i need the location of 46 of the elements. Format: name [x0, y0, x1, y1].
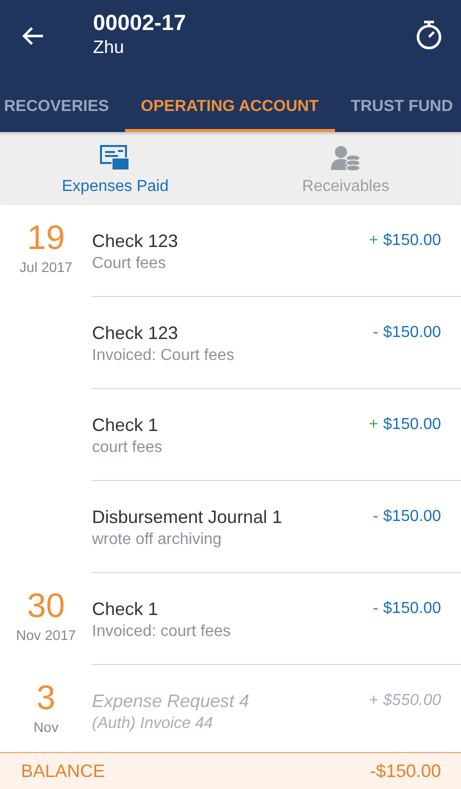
- transaction-title: Check 123: [92, 322, 180, 345]
- transaction-row[interactable]: Check 123 Invoiced: Court fees - $150.00: [92, 297, 461, 389]
- transaction-row[interactable]: Check 1 Invoiced: court fees - $150.00: [92, 573, 461, 665]
- tab[interactable]: RECOVERIES: [0, 85, 125, 132]
- sign-indicator: -: [372, 324, 378, 341]
- transaction-description: (Auth) Invoice 44: [92, 714, 214, 734]
- date-day: 19: [0, 219, 92, 257]
- transaction-description: court fees: [92, 438, 162, 458]
- transaction-amount: $150.00: [383, 324, 441, 341]
- transaction-title: Expense Request 4: [92, 690, 250, 713]
- transaction-amount: $150.00: [383, 508, 441, 525]
- sign-indicator: +: [368, 692, 378, 709]
- client-name: Zhu: [93, 36, 126, 58]
- sign-indicator: +: [368, 416, 378, 433]
- tab[interactable]: TRUST FUND: [334, 85, 461, 132]
- date-day: 30: [0, 587, 92, 625]
- transaction-description: Invoiced: court fees: [92, 622, 231, 642]
- sign-indicator: -: [372, 508, 378, 525]
- balance-label: BALANCE: [21, 760, 106, 782]
- transaction-title: Check 123: [92, 230, 178, 253]
- transaction-title: Disbursement Journal 1: [92, 506, 282, 529]
- transaction-description: wrote off archiving: [92, 530, 223, 550]
- transaction-description: Invoiced: Court fees: [92, 346, 234, 366]
- sub-tab[interactable]: Expenses Paid: [0, 132, 230, 205]
- balance-amount: -$150.00: [370, 760, 441, 782]
- stopwatch-icon[interactable]: [415, 20, 443, 50]
- date-month: Nov: [32, 718, 60, 737]
- date-month: Jul 2017: [18, 258, 74, 277]
- sign-indicator: -: [372, 600, 378, 617]
- back-icon[interactable]: [22, 26, 44, 46]
- transaction-amount: $550.00: [383, 692, 441, 709]
- card-icon: [100, 144, 130, 170]
- transaction-amount: $150.00: [383, 600, 441, 617]
- transaction-amount: $150.00: [383, 416, 441, 433]
- sign-indicator: +: [368, 232, 378, 249]
- transaction-row[interactable]: Check 123 Court fees + $150.00: [92, 205, 461, 297]
- transaction-row[interactable]: Check 1 court fees + $150.00: [92, 389, 461, 481]
- transaction-description: Court fees: [92, 254, 167, 274]
- transaction-title: Check 1: [92, 414, 160, 437]
- transaction-row[interactable]: Disbursement Journal 1 wrote off archiving - $150.00: [92, 481, 461, 573]
- date-month: Nov 2017: [15, 626, 77, 645]
- date-day: 3: [0, 679, 92, 717]
- transaction-amount: $150.00: [383, 232, 441, 249]
- matter-number: 00002-17: [93, 10, 187, 36]
- person-coins-icon: [330, 144, 361, 170]
- transaction-title: Check 1: [92, 598, 160, 621]
